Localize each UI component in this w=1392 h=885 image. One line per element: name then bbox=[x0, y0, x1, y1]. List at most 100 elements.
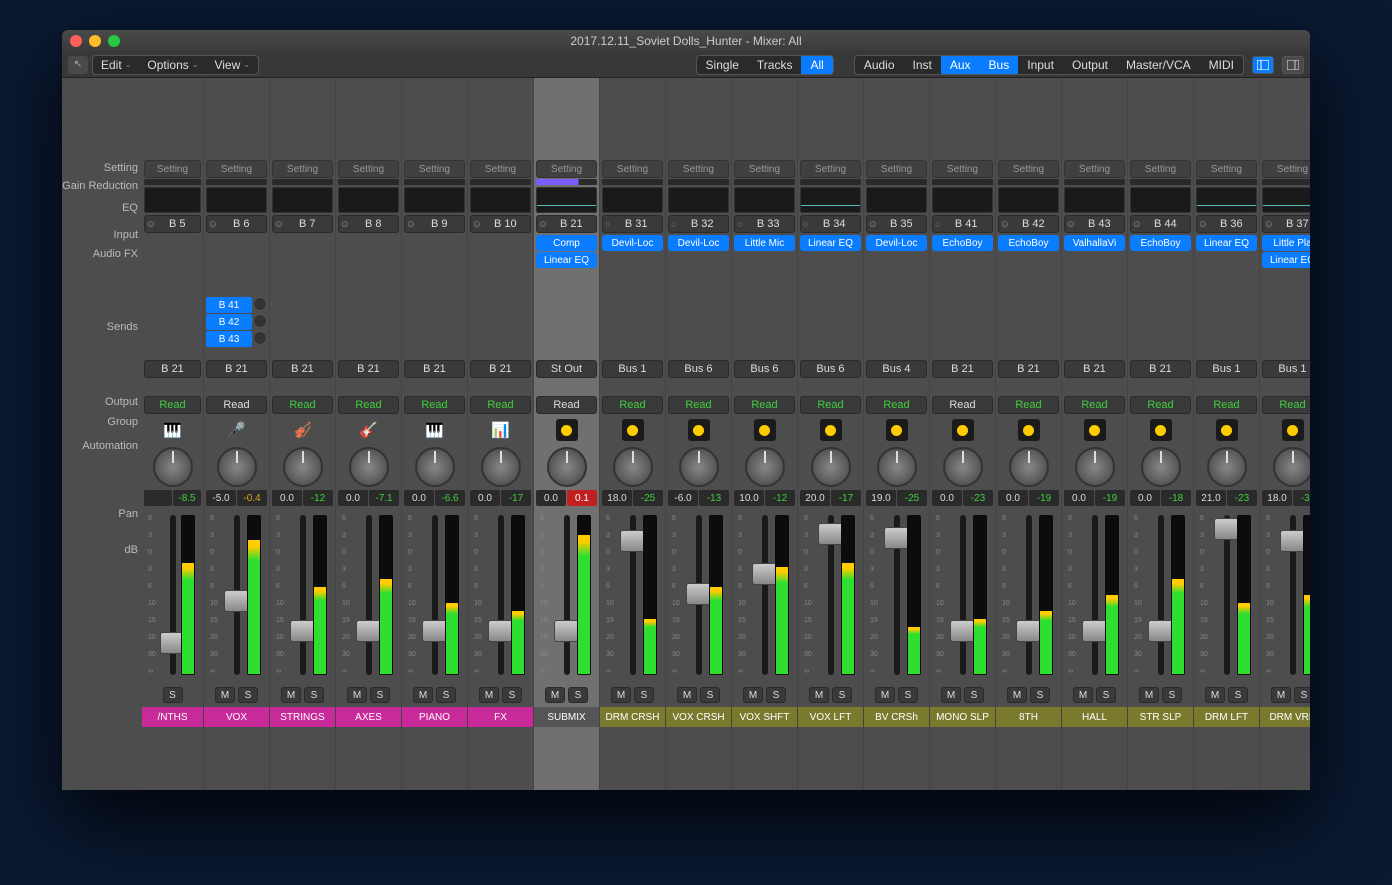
db-readout[interactable]: -8.5 bbox=[144, 490, 201, 506]
audio-fx-slot[interactable]: Little Pla bbox=[1262, 235, 1310, 251]
mute-button[interactable]: M bbox=[611, 687, 631, 703]
menu-view[interactable]: View⌄ bbox=[206, 56, 258, 74]
track-name[interactable]: FX bbox=[468, 707, 533, 727]
fader[interactable] bbox=[696, 515, 702, 675]
solo-button[interactable]: S bbox=[700, 687, 720, 703]
automation-mode[interactable]: Read bbox=[536, 396, 597, 414]
output-slot[interactable]: Bus 1 bbox=[1196, 360, 1257, 378]
input-slot[interactable]: ⊙B 6 bbox=[206, 215, 267, 233]
filter-inst[interactable]: Inst bbox=[904, 56, 941, 74]
pan-knob[interactable] bbox=[217, 447, 257, 487]
input-slot[interactable]: ⊙B 43 bbox=[1064, 215, 1125, 233]
eq-thumbnail[interactable] bbox=[470, 187, 531, 213]
fader[interactable] bbox=[894, 515, 900, 675]
channel-strip[interactable]: Setting⊙B 36Linear EQBus 1Read21.0-23630… bbox=[1194, 78, 1260, 790]
fader[interactable] bbox=[300, 515, 306, 675]
eq-thumbnail[interactable] bbox=[1064, 187, 1125, 213]
pan-knob[interactable] bbox=[547, 447, 587, 487]
fader[interactable] bbox=[498, 515, 504, 675]
eq-thumbnail[interactable] bbox=[1196, 187, 1257, 213]
output-slot[interactable]: B 21 bbox=[404, 360, 465, 378]
track-name[interactable]: VOX CRSH bbox=[666, 707, 731, 727]
input-slot[interactable]: ⊙B 10 bbox=[470, 215, 531, 233]
channel-strip[interactable]: Setting⊙B 9B 21Read🎹0.0-6.66303610152030… bbox=[402, 78, 468, 790]
eq-thumbnail[interactable] bbox=[144, 187, 201, 213]
audio-fx-slot[interactable]: Linear EQ bbox=[1196, 235, 1257, 251]
output-slot[interactable]: B 21 bbox=[932, 360, 993, 378]
mute-button[interactable]: M bbox=[743, 687, 763, 703]
input-slot[interactable]: ⊙B 21 bbox=[536, 215, 597, 233]
output-slot[interactable]: Bus 1 bbox=[602, 360, 663, 378]
db-readout[interactable]: -6.0-13 bbox=[668, 490, 729, 506]
automation-mode[interactable]: Read bbox=[1064, 396, 1125, 414]
input-slot[interactable]: ⊙B 35 bbox=[866, 215, 927, 233]
automation-mode[interactable]: Read bbox=[998, 396, 1059, 414]
filter-audio[interactable]: Audio bbox=[855, 56, 904, 74]
eq-thumbnail[interactable] bbox=[866, 187, 927, 213]
mute-button[interactable]: M bbox=[545, 687, 565, 703]
db-readout[interactable]: 0.0-12 bbox=[272, 490, 333, 506]
solo-button[interactable]: S bbox=[436, 687, 456, 703]
mute-button[interactable]: M bbox=[809, 687, 829, 703]
track-icon[interactable] bbox=[1130, 417, 1191, 443]
setting-button[interactable]: Setting bbox=[602, 160, 663, 178]
fader-cap[interactable] bbox=[224, 590, 250, 612]
automation-mode[interactable]: Read bbox=[734, 396, 795, 414]
send-knob[interactable] bbox=[253, 297, 267, 311]
fader[interactable] bbox=[960, 515, 966, 675]
channel-strip[interactable]: Setting⊙B 10B 21Read📊0.0-176303610152030… bbox=[468, 78, 534, 790]
audio-fx-slot[interactable]: Devil-Loc bbox=[602, 235, 663, 251]
audio-fx-slot[interactable]: EchoBoy bbox=[932, 235, 993, 251]
track-icon[interactable]: 🎹 bbox=[144, 417, 201, 443]
track-name[interactable]: STR SLP bbox=[1128, 707, 1193, 727]
fader[interactable] bbox=[432, 515, 438, 675]
eq-thumbnail[interactable] bbox=[1130, 187, 1191, 213]
audio-fx-slot[interactable]: Devil-Loc bbox=[668, 235, 729, 251]
output-slot[interactable]: St Out bbox=[536, 360, 597, 378]
db-readout[interactable]: 10.0-12 bbox=[734, 490, 795, 506]
track-name[interactable]: AXES bbox=[336, 707, 401, 727]
track-icon[interactable] bbox=[734, 417, 795, 443]
fader[interactable] bbox=[1158, 515, 1164, 675]
fader-cap[interactable] bbox=[884, 527, 910, 549]
solo-button[interactable]: S bbox=[1162, 687, 1182, 703]
audio-fx-slot[interactable]: Linear EQ bbox=[800, 235, 861, 251]
audio-fx-slot[interactable]: Linear EQ bbox=[536, 252, 597, 268]
db-readout[interactable]: 19.0-25 bbox=[866, 490, 927, 506]
track-name[interactable]: STRINGS bbox=[270, 707, 335, 727]
automation-mode[interactable]: Read bbox=[668, 396, 729, 414]
audio-fx-slot[interactable]: Comp bbox=[536, 235, 597, 251]
automation-mode[interactable]: Read bbox=[866, 396, 927, 414]
track-name[interactable]: PIANO bbox=[402, 707, 467, 727]
mute-button[interactable]: M bbox=[875, 687, 895, 703]
track-icon[interactable]: 🎸 bbox=[338, 417, 399, 443]
track-icon[interactable] bbox=[932, 417, 993, 443]
eq-thumbnail[interactable] bbox=[404, 187, 465, 213]
track-name[interactable]: VOX SHFT bbox=[732, 707, 797, 727]
eq-thumbnail[interactable] bbox=[338, 187, 399, 213]
input-slot[interactable]: ⊙B 5 bbox=[144, 215, 201, 233]
channel-strip[interactable]: Setting○B 32Devil-LocBus 6Read-6.0-13630… bbox=[666, 78, 732, 790]
output-slot[interactable]: Bus 6 bbox=[734, 360, 795, 378]
setting-button[interactable]: Setting bbox=[866, 160, 927, 178]
fader-cap[interactable] bbox=[620, 530, 646, 552]
solo-button[interactable]: S bbox=[898, 687, 918, 703]
setting-button[interactable]: Setting bbox=[1262, 160, 1310, 178]
automation-mode[interactable]: Read bbox=[144, 396, 201, 414]
fader-cap[interactable] bbox=[356, 620, 382, 642]
track-name[interactable]: 8TH bbox=[996, 707, 1061, 727]
menu-options[interactable]: Options⌄ bbox=[139, 56, 206, 74]
track-name[interactable]: /NTHS bbox=[142, 707, 203, 727]
solo-button[interactable]: S bbox=[832, 687, 852, 703]
automation-mode[interactable]: Read bbox=[404, 396, 465, 414]
eq-thumbnail[interactable] bbox=[1262, 187, 1310, 213]
output-slot[interactable]: B 21 bbox=[206, 360, 267, 378]
output-slot[interactable]: B 21 bbox=[144, 360, 201, 378]
db-readout[interactable]: 0.0-7.1 bbox=[338, 490, 399, 506]
send-knob[interactable] bbox=[253, 314, 267, 328]
pan-knob[interactable] bbox=[943, 447, 983, 487]
automation-mode[interactable]: Read bbox=[470, 396, 531, 414]
track-icon[interactable]: 📊 bbox=[470, 417, 531, 443]
fader[interactable] bbox=[828, 515, 834, 675]
track-name[interactable]: DRM VRB bbox=[1260, 707, 1310, 727]
